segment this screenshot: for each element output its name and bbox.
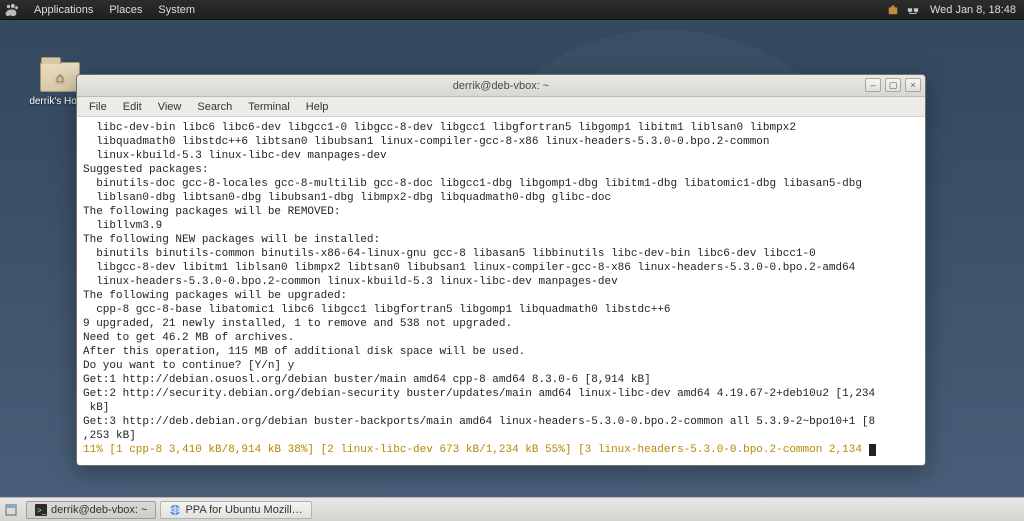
task-browser-label: PPA for Ubuntu Mozill… [185,504,302,516]
task-browser[interactable]: PPA for Ubuntu Mozill… [160,501,311,519]
clock[interactable]: Wed Jan 8, 18:48 [926,4,1016,16]
gnome-foot-icon [4,2,20,18]
web-icon [169,504,181,516]
bottom-taskbar: >_ derrik@deb-vbox: ~ PPA for Ubuntu Moz… [0,497,1024,521]
task-terminal-label: derrik@deb-vbox: ~ [51,504,147,516]
menu-file[interactable]: File [81,101,115,113]
terminal-window: derrik@deb-vbox: ~ – ▢ × File Edit View … [76,74,926,466]
menu-system[interactable]: System [150,4,203,16]
menu-search[interactable]: Search [189,101,240,113]
folder-icon: ⌂ [40,62,80,92]
updates-icon[interactable] [886,3,900,17]
menu-edit[interactable]: Edit [115,101,150,113]
menu-terminal[interactable]: Terminal [240,101,298,113]
svg-text:>_: >_ [37,506,47,515]
terminal-viewport[interactable]: libc-dev-bin libc6 libc6-dev libgcc1-0 l… [77,117,925,465]
menu-help[interactable]: Help [298,101,337,113]
window-maximize-button[interactable]: ▢ [885,78,901,92]
show-desktop-button[interactable] [4,503,18,517]
window-title: derrik@deb-vbox: ~ [453,80,549,92]
window-close-button[interactable]: × [905,78,921,92]
task-terminal[interactable]: >_ derrik@deb-vbox: ~ [26,501,156,519]
system-tray: Wed Jan 8, 18:48 [886,3,1020,17]
window-minimize-button[interactable]: – [865,78,881,92]
menu-applications[interactable]: Applications [26,4,101,16]
terminal-icon: >_ [35,504,47,516]
menu-view[interactable]: View [150,101,190,113]
network-icon[interactable] [906,3,920,17]
menu-places[interactable]: Places [101,4,150,16]
top-panel: Applications Places System Wed Jan 8, 18… [0,0,1024,20]
terminal-menubar: File Edit View Search Terminal Help [77,97,925,117]
window-titlebar[interactable]: derrik@deb-vbox: ~ – ▢ × [77,75,925,97]
